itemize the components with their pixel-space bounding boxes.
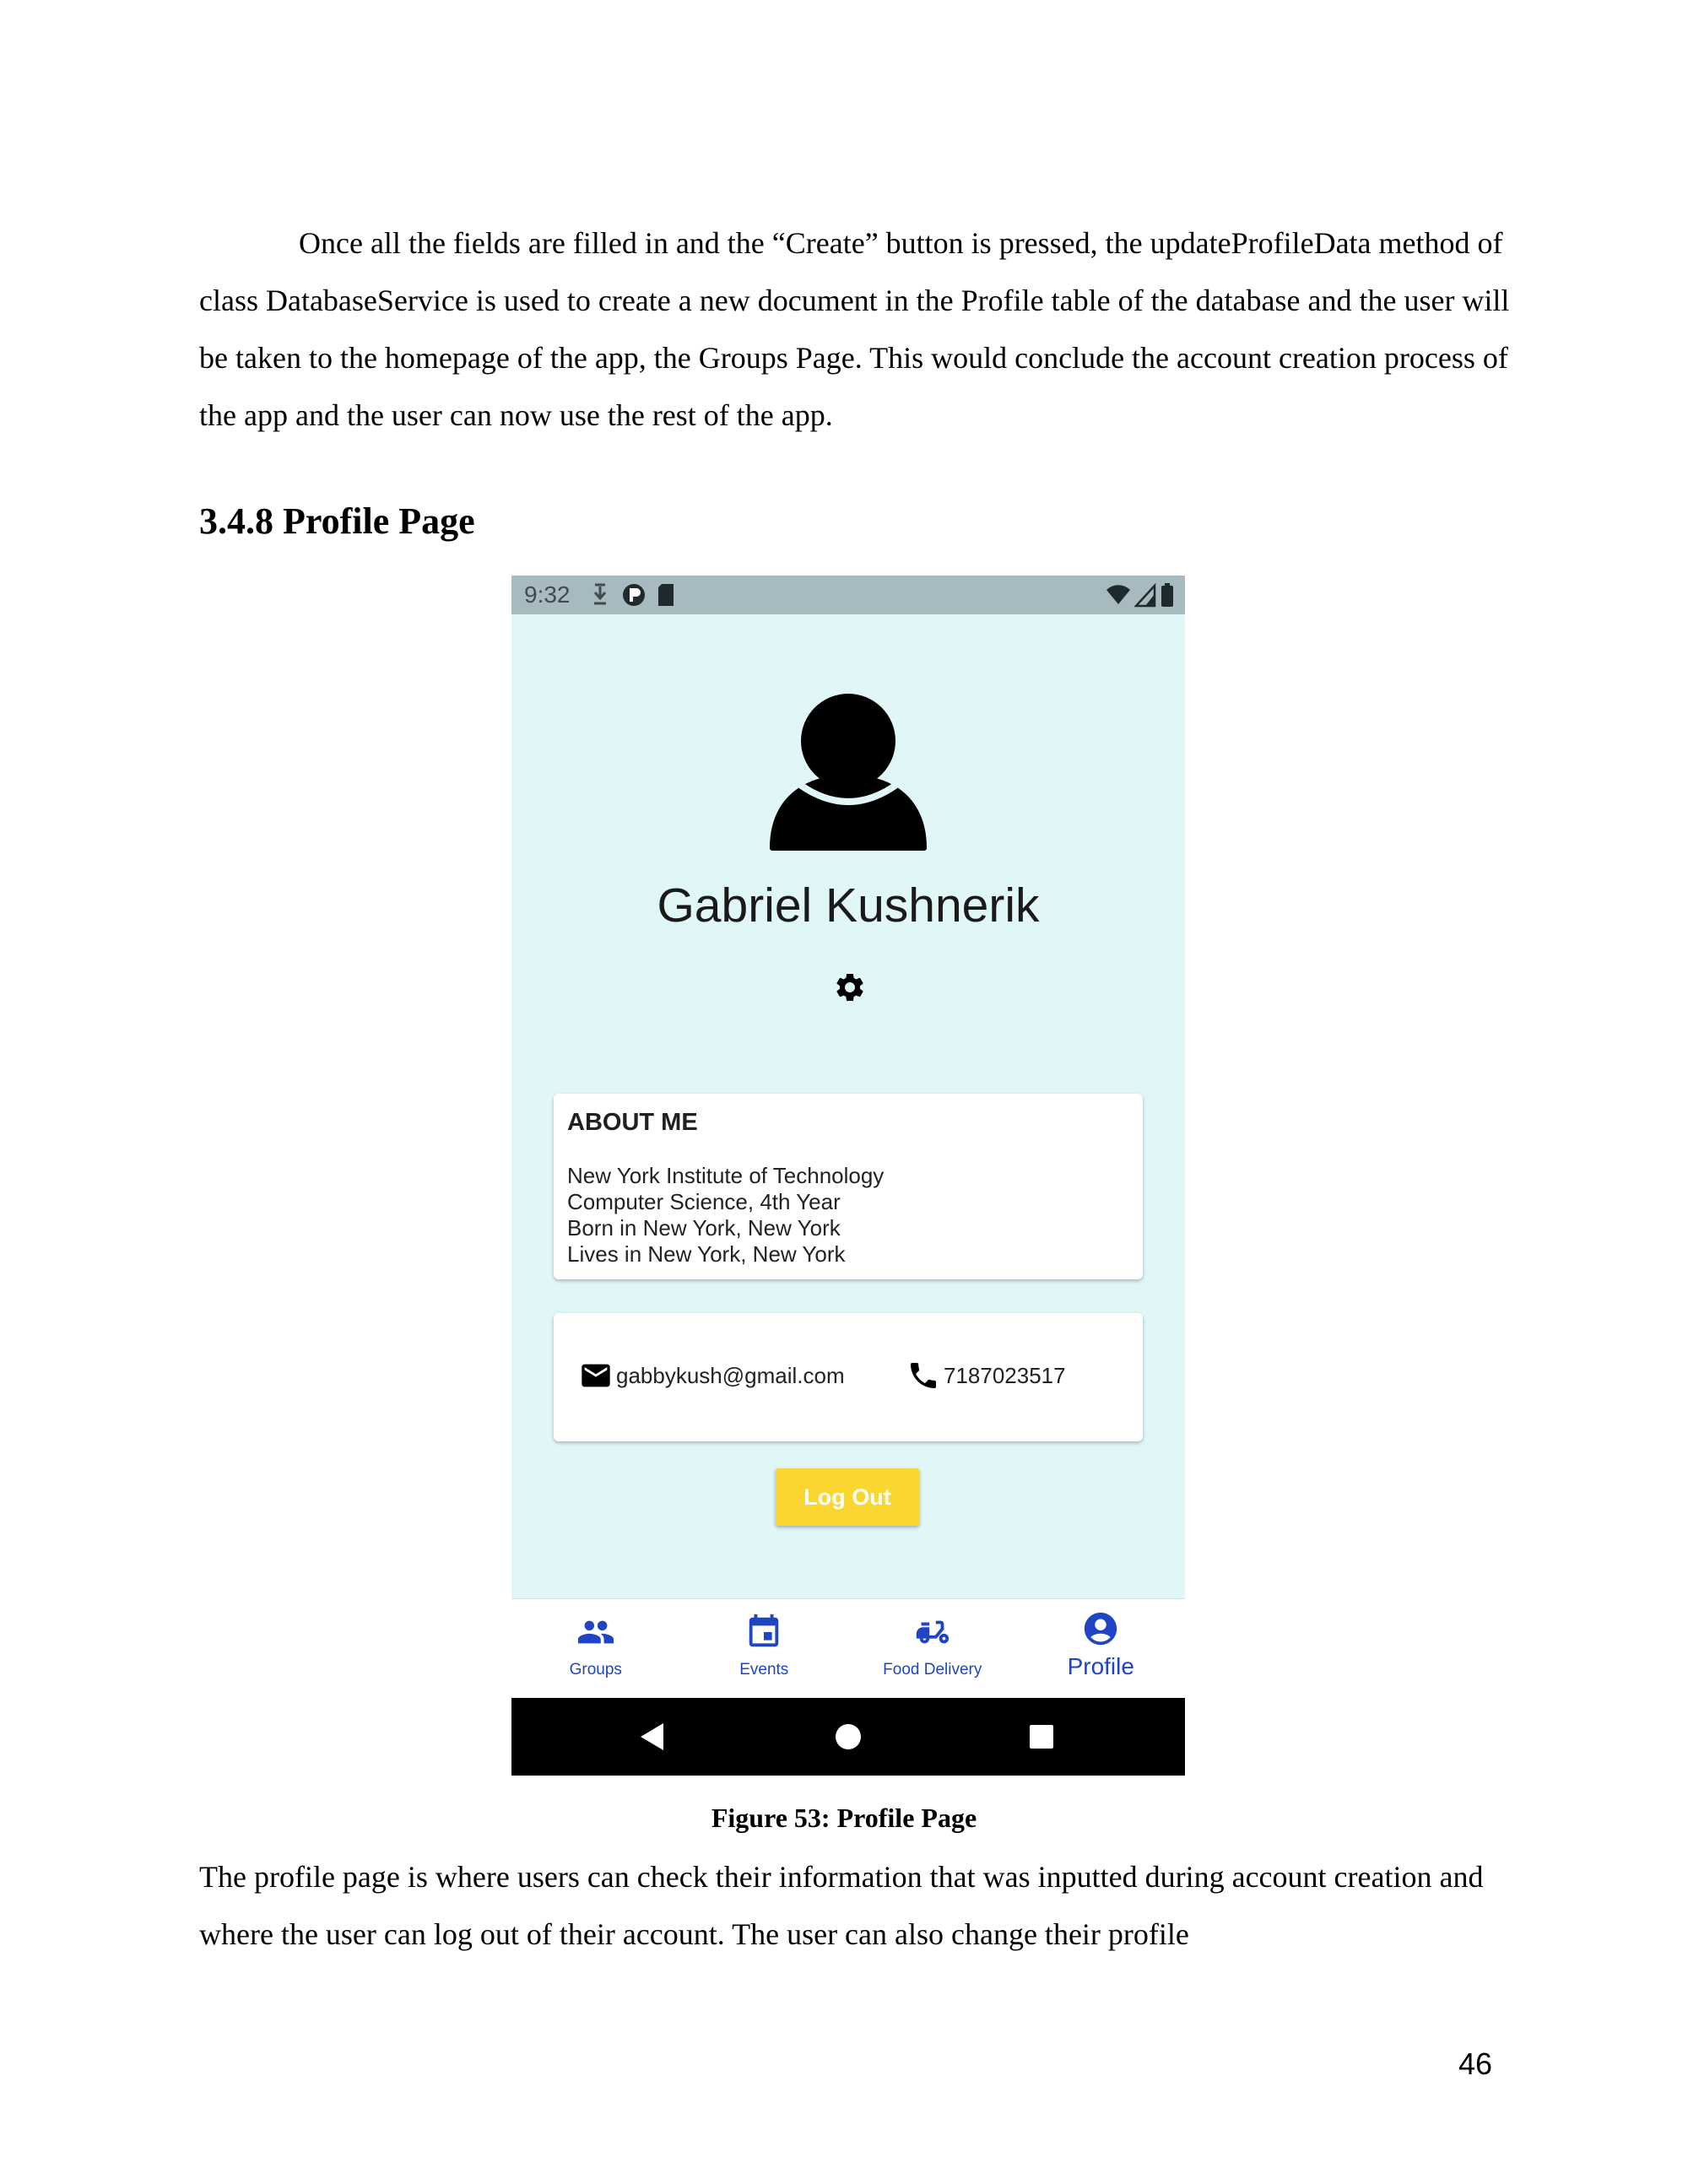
phone-number-text: 7187023517 [944, 1363, 1066, 1388]
delivery-scooter-icon [916, 1620, 949, 1644]
recent-apps-icon[interactable] [1028, 1722, 1055, 1752]
back-icon[interactable] [638, 1722, 667, 1752]
person-icon [770, 694, 927, 851]
about-line-lives: Lives in New York, New York [567, 1241, 846, 1267]
page-number: 46 [1458, 2046, 1492, 2081]
phone-icon [911, 1363, 936, 1388]
download-icon [593, 583, 607, 605]
battery-icon [1161, 583, 1173, 607]
logout-button[interactable]: Log Out [776, 1468, 919, 1526]
phone-screenshot: 9:32 Gabriel Kushnerik ABOUT ME New York… [511, 576, 1185, 1776]
email-contact[interactable]: gabbykush@gmail.com [579, 1359, 845, 1392]
nav-item-groups[interactable]: Groups [511, 1599, 680, 1694]
sd-card-icon [658, 584, 674, 606]
intro-paragraph: Once all the fields are filled in and th… [199, 226, 1510, 432]
account-circle-icon [1085, 1612, 1117, 1646]
calendar-icon [749, 1614, 779, 1647]
status-time: 9:32 [524, 581, 571, 608]
group-icon [577, 1620, 614, 1644]
contact-card: gabbykush@gmail.com 7187023517 [554, 1313, 1143, 1441]
nav-label-food-delivery: Food Delivery [883, 1661, 982, 1679]
about-line-born: Born in New York, New York [567, 1215, 841, 1241]
cell-signal-icon [1134, 582, 1156, 608]
nav-label-groups: Groups [569, 1661, 622, 1679]
email-text: gabbykush@gmail.com [616, 1363, 845, 1388]
about-me-card: ABOUT ME New York Institute of Technolog… [554, 1094, 1143, 1279]
user-name: Gabriel Kushnerik [657, 878, 1040, 933]
closing-paragraph: The profile page is where users can chec… [199, 1860, 1484, 1951]
about-line-major: Computer Science, 4th Year [567, 1189, 841, 1214]
nav-label-events: Events [739, 1661, 789, 1679]
phone-contact[interactable]: 7187023517 [906, 1359, 1066, 1392]
home-icon[interactable] [835, 1722, 862, 1752]
figure-caption: Figure 53: Profile Page [711, 1803, 977, 1833]
status-bar: 9:32 [511, 576, 1185, 614]
bottom-navigation: Groups Events Food Delivery Profile [511, 1598, 1185, 1694]
email-icon [582, 1364, 610, 1387]
wifi-icon [1106, 585, 1130, 604]
app-notification-icon [623, 584, 645, 606]
system-navigation-bar [511, 1698, 1185, 1776]
nav-item-events[interactable]: Events [680, 1599, 849, 1694]
about-me-title: ABOUT ME [567, 1109, 698, 1136]
section-heading: 3.4.8 Profile Page [199, 500, 475, 542]
nav-label-profile: Profile [1067, 1653, 1134, 1679]
profile-screen: Gabriel Kushnerik ABOUT ME New York Inst… [511, 614, 1185, 1673]
gear-icon[interactable] [833, 970, 867, 1004]
nav-item-profile[interactable]: Profile [1017, 1599, 1186, 1694]
about-line-school: New York Institute of Technology [567, 1163, 885, 1188]
nav-item-food-delivery[interactable]: Food Delivery [848, 1599, 1017, 1694]
